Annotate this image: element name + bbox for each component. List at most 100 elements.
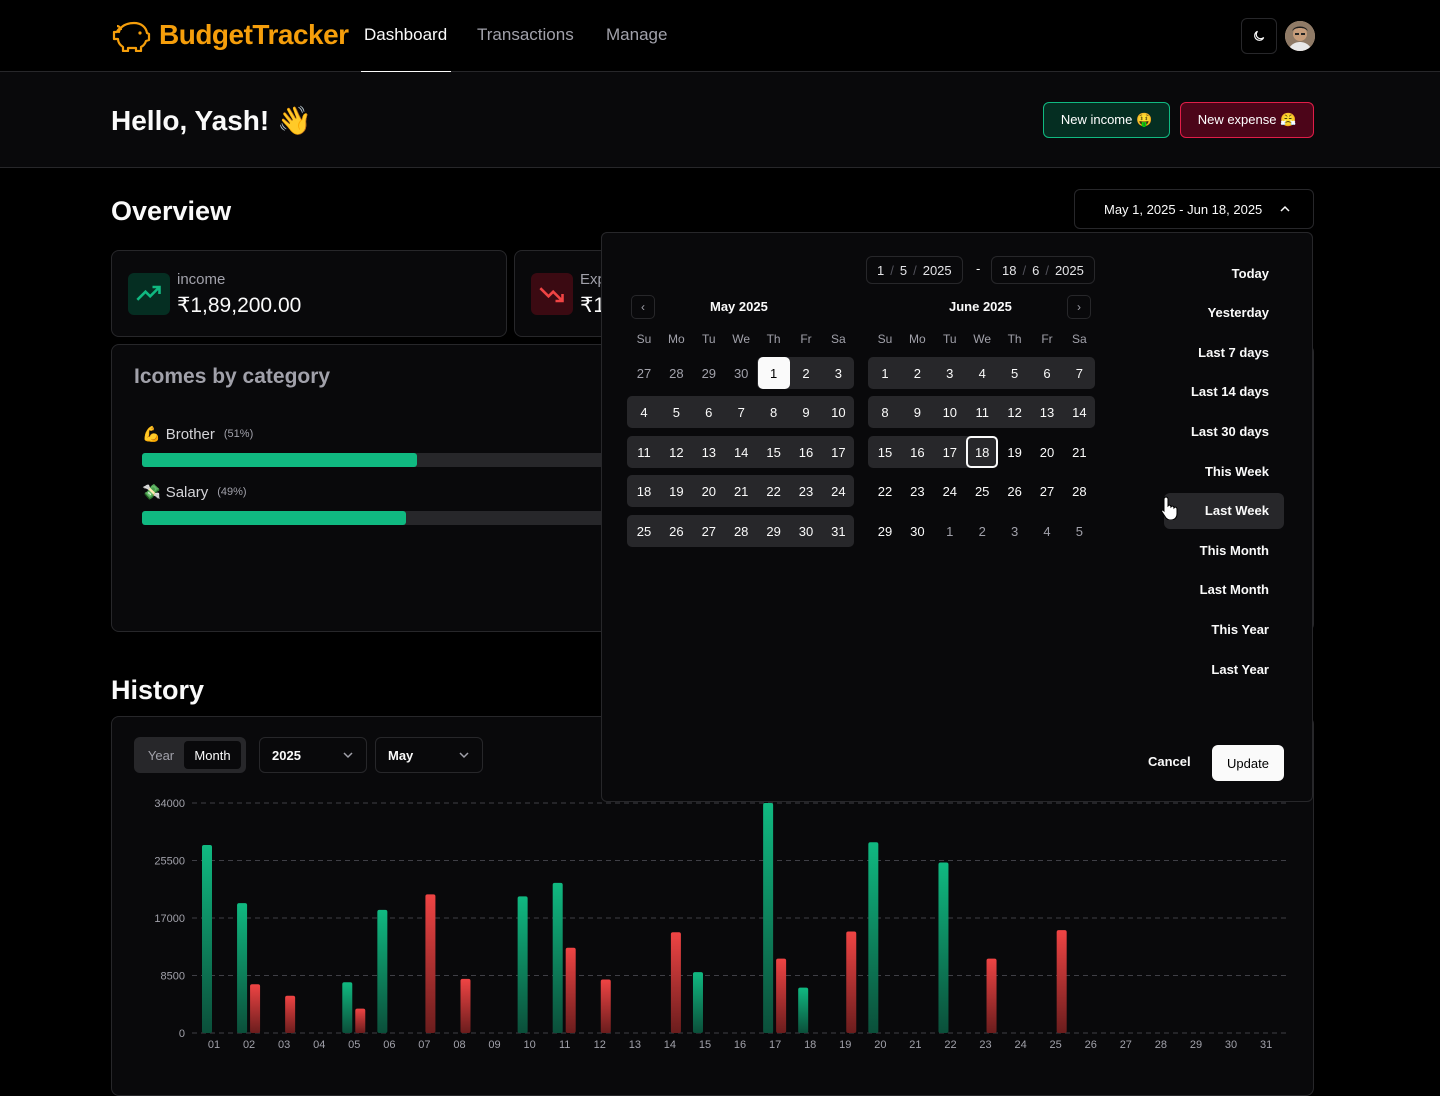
income-bar[interactable] bbox=[938, 862, 949, 1033]
calendar-day[interactable]: 27 bbox=[693, 515, 725, 547]
preset-option[interactable]: Last 14 days bbox=[1191, 384, 1269, 399]
preset-option[interactable]: Last 30 days bbox=[1191, 424, 1269, 439]
preset-option[interactable]: Last 7 days bbox=[1198, 345, 1269, 360]
next-month-button[interactable]: › bbox=[1067, 295, 1091, 319]
nav-transactions[interactable]: Transactions bbox=[477, 25, 574, 45]
to-date-input[interactable]: 18/ 6/ 2025 bbox=[991, 256, 1095, 284]
calendar-day[interactable]: 1 bbox=[934, 515, 966, 547]
calendar-day[interactable]: 4 bbox=[1031, 515, 1063, 547]
calendar-day[interactable]: 15 bbox=[758, 436, 790, 468]
expense-bar[interactable] bbox=[425, 894, 436, 1033]
toggle-year[interactable]: Year bbox=[138, 741, 184, 769]
calendar-day[interactable]: 7 bbox=[1063, 357, 1095, 389]
calendar-day[interactable]: 1 bbox=[757, 357, 790, 389]
calendar-day[interactable]: 14 bbox=[1063, 396, 1095, 428]
avatar[interactable] bbox=[1285, 21, 1315, 51]
from-date-input[interactable]: 1/ 5/ 2025 bbox=[866, 256, 963, 284]
calendar-day[interactable]: 21 bbox=[1063, 436, 1095, 468]
theme-toggle-button[interactable] bbox=[1241, 18, 1277, 54]
calendar-day[interactable]: 30 bbox=[901, 515, 933, 547]
calendar-day[interactable]: 30 bbox=[790, 515, 822, 547]
calendar-day[interactable]: 9 bbox=[901, 396, 933, 428]
calendar-day[interactable]: 12 bbox=[999, 396, 1031, 428]
calendar-day[interactable]: 6 bbox=[693, 396, 725, 428]
calendar-day[interactable]: 13 bbox=[693, 436, 725, 468]
calendar-day[interactable]: 16 bbox=[901, 436, 933, 468]
income-bar[interactable] bbox=[237, 903, 248, 1033]
calendar-day[interactable]: 20 bbox=[693, 475, 725, 507]
expense-bar[interactable] bbox=[670, 932, 681, 1033]
preset-option[interactable]: Yesterday bbox=[1208, 305, 1269, 320]
calendar-day[interactable]: 17 bbox=[934, 436, 966, 468]
calendar-day[interactable]: 27 bbox=[628, 357, 660, 389]
logo[interactable]: BudgetTracker bbox=[111, 18, 349, 52]
calendar-day[interactable]: 26 bbox=[999, 475, 1031, 507]
preset-option[interactable]: Last Month bbox=[1200, 582, 1269, 597]
prev-month-button[interactable]: ‹ bbox=[631, 295, 655, 319]
calendar-day[interactable]: 4 bbox=[628, 396, 660, 428]
calendar-day[interactable]: 2 bbox=[966, 515, 998, 547]
calendar-day[interactable]: 27 bbox=[1031, 475, 1063, 507]
income-bar[interactable] bbox=[552, 882, 563, 1033]
calendar-day[interactable]: 20 bbox=[1031, 436, 1063, 468]
calendar-day[interactable]: 31 bbox=[822, 515, 854, 547]
calendar-day[interactable]: 21 bbox=[725, 475, 757, 507]
income-bar[interactable] bbox=[692, 972, 703, 1033]
calendar-day[interactable]: 22 bbox=[758, 475, 790, 507]
calendar-day[interactable]: 29 bbox=[693, 357, 725, 389]
expense-bar[interactable] bbox=[986, 958, 997, 1033]
preset-option[interactable]: This Year bbox=[1211, 622, 1269, 637]
new-expense-button[interactable]: New expense 😤 bbox=[1180, 102, 1314, 138]
calendar-day[interactable]: 7 bbox=[725, 396, 757, 428]
calendar-day[interactable]: 28 bbox=[660, 357, 692, 389]
month-select[interactable]: May bbox=[375, 737, 483, 773]
calendar-day[interactable]: 30 bbox=[725, 357, 757, 389]
calendar-day[interactable]: 18 bbox=[966, 436, 999, 468]
calendar-day[interactable]: 22 bbox=[869, 475, 901, 507]
expense-bar[interactable] bbox=[846, 931, 857, 1033]
calendar-day[interactable]: 23 bbox=[901, 475, 933, 507]
preset-option[interactable]: Today bbox=[1232, 266, 1269, 281]
calendar-day[interactable]: 3 bbox=[999, 515, 1031, 547]
calendar-day[interactable]: 17 bbox=[822, 436, 854, 468]
calendar-day[interactable]: 5 bbox=[1063, 515, 1095, 547]
calendar-day[interactable]: 12 bbox=[660, 436, 692, 468]
calendar-day[interactable]: 10 bbox=[934, 396, 966, 428]
income-bar[interactable] bbox=[517, 896, 528, 1033]
preset-option[interactable]: Last Year bbox=[1211, 662, 1269, 677]
calendar-day[interactable]: 15 bbox=[869, 436, 901, 468]
calendar-day[interactable]: 18 bbox=[628, 475, 660, 507]
expense-bar[interactable] bbox=[285, 995, 296, 1033]
preset-option[interactable]: This Week bbox=[1205, 464, 1269, 479]
date-range-button[interactable]: May 1, 2025 - Jun 18, 2025 bbox=[1074, 189, 1314, 229]
expense-bar[interactable] bbox=[600, 979, 611, 1033]
calendar-day[interactable]: 28 bbox=[725, 515, 757, 547]
income-bar[interactable] bbox=[202, 844, 212, 1033]
calendar-day[interactable]: 19 bbox=[660, 475, 692, 507]
calendar-day[interactable]: 16 bbox=[790, 436, 822, 468]
income-bar[interactable] bbox=[377, 909, 388, 1033]
expense-bar[interactable] bbox=[250, 984, 261, 1033]
nav-manage[interactable]: Manage bbox=[606, 25, 667, 45]
preset-option[interactable]: This Month bbox=[1200, 543, 1269, 558]
income-bar[interactable] bbox=[342, 982, 353, 1033]
calendar-day[interactable]: 26 bbox=[660, 515, 692, 547]
calendar-day[interactable]: 14 bbox=[725, 436, 757, 468]
expense-bar[interactable] bbox=[1056, 930, 1067, 1033]
preset-option[interactable]: Last Week bbox=[1205, 503, 1269, 518]
toggle-month[interactable]: Month bbox=[184, 741, 241, 769]
income-bar[interactable] bbox=[763, 803, 774, 1033]
calendar-day[interactable]: 24 bbox=[822, 475, 854, 507]
calendar-day[interactable]: 4 bbox=[966, 357, 998, 389]
calendar-day[interactable]: 13 bbox=[1031, 396, 1063, 428]
new-income-button[interactable]: New income 🤑 bbox=[1043, 102, 1170, 138]
calendar-day[interactable]: 11 bbox=[628, 436, 660, 468]
expense-bar[interactable] bbox=[565, 947, 576, 1033]
calendar-day[interactable]: 23 bbox=[790, 475, 822, 507]
calendar-day[interactable]: 19 bbox=[999, 436, 1031, 468]
income-bar[interactable] bbox=[798, 987, 809, 1033]
calendar-day[interactable]: 5 bbox=[660, 396, 692, 428]
update-button[interactable]: Update bbox=[1212, 745, 1284, 781]
calendar-day[interactable]: 28 bbox=[1063, 475, 1095, 507]
expense-bar[interactable] bbox=[355, 1008, 366, 1033]
